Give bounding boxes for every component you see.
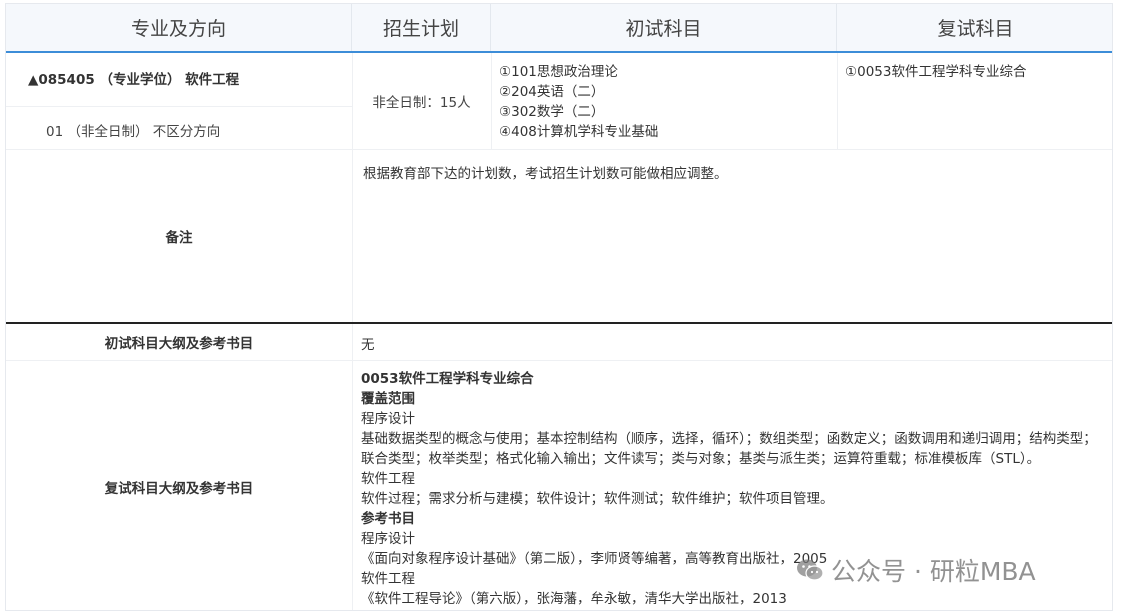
- divider: [352, 150, 353, 322]
- programming-content: 基础数据类型的概念与使用；基本控制结构（顺序，选择，循环）；数组类型；函数定义；…: [361, 431, 1097, 467]
- remarks-row: 备注 根据教育部下达的计划数，考试招生计划数可能做相应调整。: [6, 150, 1112, 322]
- remarks-text: 根据教育部下达的计划数，考试招生计划数可能做相应调整。: [363, 166, 728, 182]
- table-header: 专业及方向 招生计划 初试科目 复试科目: [6, 4, 1112, 53]
- programming-heading: 程序设计: [361, 411, 415, 427]
- remarks-label: 备注: [165, 230, 193, 246]
- admissions-table: 专业及方向 招生计划 初试科目 复试科目 ▲085405 （专业学位） 软件工程…: [5, 3, 1113, 611]
- header-initial-subjects: 初试科目: [491, 4, 837, 51]
- retest-subjects-list: ①0053软件工程学科专业综合: [845, 62, 1026, 82]
- major-title: ▲085405 （专业学位） 软件工程: [6, 53, 352, 107]
- initial-subjects-list: ①101思想政治理论 ②204英语（二） ③302数学（二） ④408计算机学科…: [499, 62, 658, 142]
- initial-syllabus-row: 初试科目大纲及参考书目 无: [6, 324, 1112, 361]
- initial-subject-item: ④408计算机学科专业基础: [499, 124, 659, 140]
- ref-programming-heading: 程序设计: [361, 531, 415, 547]
- initial-syllabus-text: 无: [361, 337, 375, 353]
- enrollment-plan: 非全日制：15人: [372, 95, 471, 111]
- initial-subject-item: ②204英语（二）: [499, 84, 605, 100]
- references-heading: 参考书目: [361, 511, 415, 527]
- header-plan: 招生计划: [352, 4, 491, 51]
- major-row: ▲085405 （专业学位） 软件工程 01 （非全日制） 不区分方向 非全日制…: [6, 53, 1112, 150]
- subject-title: 0053软件工程学科专业综合: [361, 371, 534, 387]
- major-direction: 01 （非全日制） 不区分方向: [46, 124, 221, 140]
- divider: [352, 361, 353, 610]
- divider: [352, 324, 353, 360]
- watermark: 公众号 · 研粒MBA: [795, 552, 1036, 588]
- coverage-heading: 覆盖范围: [361, 391, 415, 407]
- se-content: 软件过程；需求分析与建模；软件设计；软件测试；软件维护；软件项目管理。: [361, 491, 834, 507]
- se-heading: 软件工程: [361, 471, 415, 487]
- retest-subject-item: ①0053软件工程学科专业综合: [845, 64, 1027, 80]
- header-major: 专业及方向: [6, 4, 352, 51]
- initial-syllabus-label: 初试科目大纲及参考书目: [104, 336, 254, 352]
- divider: [491, 53, 492, 149]
- ref-se-book: 《软件工程导论》（第六版），张海藩，牟永敏，清华大学出版社，2013: [361, 591, 787, 607]
- initial-subject-item: ③302数学（二）: [499, 104, 605, 120]
- header-retest-subjects: 复试科目: [937, 18, 1014, 40]
- divider: [837, 53, 838, 149]
- retest-syllabus-label: 复试科目大纲及参考书目: [104, 480, 254, 497]
- initial-subject-item: ①101思想政治理论: [499, 64, 618, 80]
- wechat-icon: [795, 557, 825, 583]
- watermark-text: 公众号 · 研粒MBA: [831, 557, 1036, 586]
